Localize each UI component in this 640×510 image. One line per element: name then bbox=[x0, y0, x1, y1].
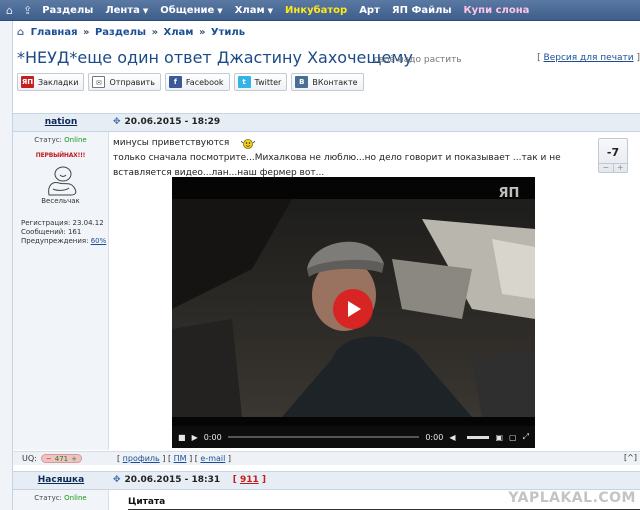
home-icon: ⌂ bbox=[17, 27, 25, 38]
breadcrumb-util[interactable]: Утиль bbox=[211, 27, 245, 38]
uq-plus-button[interactable]: + bbox=[71, 455, 77, 463]
video-player[interactable]: ЯП ■ ▶ 0:00 0:00 ◀ ▣ ▢ ⤢ bbox=[172, 177, 535, 448]
email-link[interactable]: e-mail bbox=[200, 454, 225, 463]
caret-down-icon: ▼ bbox=[142, 6, 149, 15]
twitter-icon: t bbox=[237, 76, 251, 88]
facebook-icon: f bbox=[168, 76, 182, 88]
nav-item-files[interactable]: ЯП Файлы bbox=[392, 5, 452, 16]
nav-item-razdely[interactable]: Разделы bbox=[42, 5, 93, 16]
send-label: Отправить bbox=[109, 77, 155, 87]
breadcrumb-trash[interactable]: Хлам bbox=[164, 27, 194, 38]
post-number-link[interactable]: 911 bbox=[240, 475, 259, 485]
vkontakte-button[interactable]: B ВКонтакте bbox=[291, 73, 364, 91]
uq-rating: UQ: −471 + bbox=[22, 454, 82, 463]
breadcrumb-sections[interactable]: Разделы bbox=[95, 27, 146, 38]
breadcrumb-sep: » bbox=[151, 27, 159, 38]
settings-icon[interactable]: ▣ bbox=[495, 433, 503, 442]
bookmark-icon[interactable]: ⇪ bbox=[23, 4, 32, 17]
envelope-icon: ✉ bbox=[92, 76, 106, 88]
nav-item-obshchenie[interactable]: Общение ▼ bbox=[160, 5, 222, 16]
post-anchor-icon[interactable]: ✥ bbox=[113, 475, 121, 485]
time-total: 0:00 bbox=[425, 432, 444, 442]
post-footer: UQ: −471 + [ профиль ] [ ПМ ] [ e-mail ] [… bbox=[13, 451, 640, 465]
user-info-column: Статус: Online ПЕРВЫЙНАХ!!! Весельчак Ре… bbox=[13, 132, 109, 450]
post-line: минусы приветствуются bbox=[113, 136, 561, 151]
twitter-label: Twitter bbox=[254, 77, 282, 87]
captions-icon[interactable]: ▢ bbox=[509, 433, 517, 442]
post-header: nation ✥ 20.06.2015 - 18:29 bbox=[13, 113, 640, 132]
rating-plus-button[interactable]: + bbox=[612, 164, 628, 172]
post-links: [ профиль ] [ ПМ ] [ e-mail ] bbox=[117, 454, 232, 463]
post-date: ✥ 20.06.2015 - 18:29 bbox=[113, 117, 221, 127]
post-author[interactable]: Насяшка bbox=[13, 475, 109, 485]
vkontakte-label: ВКонтакте bbox=[312, 77, 358, 87]
messages-row: Сообщений: 161 bbox=[21, 228, 82, 236]
seek-bar[interactable] bbox=[227, 436, 420, 438]
fullscreen-icon[interactable]: ⤢ bbox=[523, 432, 529, 442]
bookmarks-button[interactable]: ЯП Закладки bbox=[17, 73, 85, 91]
forum-page: ⌂ Главная » Разделы » Хлам » Утиль *НЕУД… bbox=[12, 21, 640, 510]
post-anchor-icon[interactable]: ✥ bbox=[113, 117, 121, 127]
user-status: Статус: Online bbox=[34, 494, 87, 502]
topic-title: *НЕУД*еще один ответ Джастину Хахочещему bbox=[17, 48, 413, 67]
volume-icon[interactable]: ◀ bbox=[449, 433, 455, 442]
pm-link[interactable]: ПМ bbox=[174, 454, 187, 463]
uq-minus-button[interactable]: − bbox=[46, 455, 52, 463]
facebook-label: Facebook bbox=[185, 77, 224, 87]
post-line: только сначала посмотрите...Михалкова не… bbox=[113, 153, 561, 163]
registration-row: Регистрация: 23.04.12 bbox=[21, 219, 104, 227]
nav-item-inkubator[interactable]: Инкубатор bbox=[285, 5, 347, 16]
nav-item-kupi-slona[interactable]: Купи слона bbox=[463, 5, 529, 16]
breadcrumb: ⌂ Главная » Разделы » Хлам » Утиль bbox=[17, 27, 245, 38]
site-watermark: YAPLAKAL.COM bbox=[508, 490, 636, 506]
post-date: ✥ 20.06.2015 - 18:31 [ 911 ] bbox=[113, 475, 266, 485]
send-button[interactable]: ✉ Отправить bbox=[88, 73, 161, 91]
home-icon[interactable]: ⌂ bbox=[6, 4, 13, 17]
user-stats: Регистрация: 23.04.12 Сообщений: 161 Пре… bbox=[13, 219, 108, 246]
twitter-button[interactable]: t Twitter bbox=[233, 73, 288, 91]
caret-down-icon: ▼ bbox=[267, 6, 274, 15]
rating-minus-button[interactable]: − bbox=[599, 164, 613, 172]
stop-icon[interactable]: ■ bbox=[178, 433, 186, 442]
yaplakal-logo-icon: ЯП bbox=[498, 186, 520, 201]
bookmarks-label: Закладки bbox=[38, 77, 79, 87]
share-bar: ЯП Закладки ✉ Отправить f Facebook t Twi… bbox=[17, 73, 368, 91]
avatar-caption: Весельчак bbox=[41, 197, 80, 205]
print-version: [ Версия для печати ] bbox=[537, 53, 640, 63]
avatar[interactable] bbox=[41, 161, 81, 197]
yaplakal-icon: ЯП bbox=[21, 76, 34, 88]
video-controls: ■ ▶ 0:00 0:00 ◀ ▣ ▢ ⤢ bbox=[172, 426, 535, 448]
nav-item-art[interactable]: Арт bbox=[359, 5, 380, 16]
play-icon[interactable]: ▶ bbox=[192, 433, 198, 442]
scroll-top-button[interactable]: [^] bbox=[624, 453, 637, 462]
quote-title: Цитата bbox=[128, 497, 166, 507]
caret-down-icon: ▼ bbox=[217, 6, 223, 15]
user-info-column: Статус: Online bbox=[13, 490, 109, 510]
user-rank: ПЕРВЫЙНАХ!!! bbox=[35, 152, 86, 159]
play-button[interactable] bbox=[333, 289, 373, 329]
breadcrumb-main[interactable]: Главная bbox=[31, 27, 78, 38]
post-rating: -7 − + bbox=[598, 138, 628, 173]
topic-subtitle: , своё надо растить bbox=[368, 55, 462, 65]
warnings-row: Предупреждения: 60% bbox=[21, 237, 107, 245]
uq-pill: −471 + bbox=[40, 454, 82, 463]
volume-slider[interactable] bbox=[467, 435, 490, 439]
nav-item-khlam[interactable]: Хлам ▼ bbox=[235, 5, 273, 16]
smiley-icon bbox=[240, 138, 256, 149]
user-status: Статус: Online bbox=[34, 136, 87, 144]
post-author[interactable]: nation bbox=[13, 117, 109, 127]
time-current: 0:00 bbox=[203, 432, 222, 442]
nav-item-lenta[interactable]: Лента ▼ bbox=[105, 5, 148, 16]
facebook-button[interactable]: f Facebook bbox=[164, 73, 230, 91]
rating-value: -7 bbox=[606, 146, 620, 159]
profile-link[interactable]: профиль bbox=[123, 454, 160, 463]
breadcrumb-sep: » bbox=[83, 27, 90, 38]
top-navbar: ⌂ ⇪ Разделы Лента ▼ Общение ▼ Хлам ▼ Инкуба… bbox=[0, 0, 640, 21]
breadcrumb-sep: » bbox=[198, 27, 206, 38]
post-body: минусы приветствуются только сначала пос… bbox=[113, 136, 561, 181]
print-version-link[interactable]: Версия для печати bbox=[544, 53, 634, 63]
post-header: Насяшка ✥ 20.06.2015 - 18:31 [ 911 ] bbox=[13, 471, 640, 490]
vk-icon: B bbox=[295, 76, 309, 88]
